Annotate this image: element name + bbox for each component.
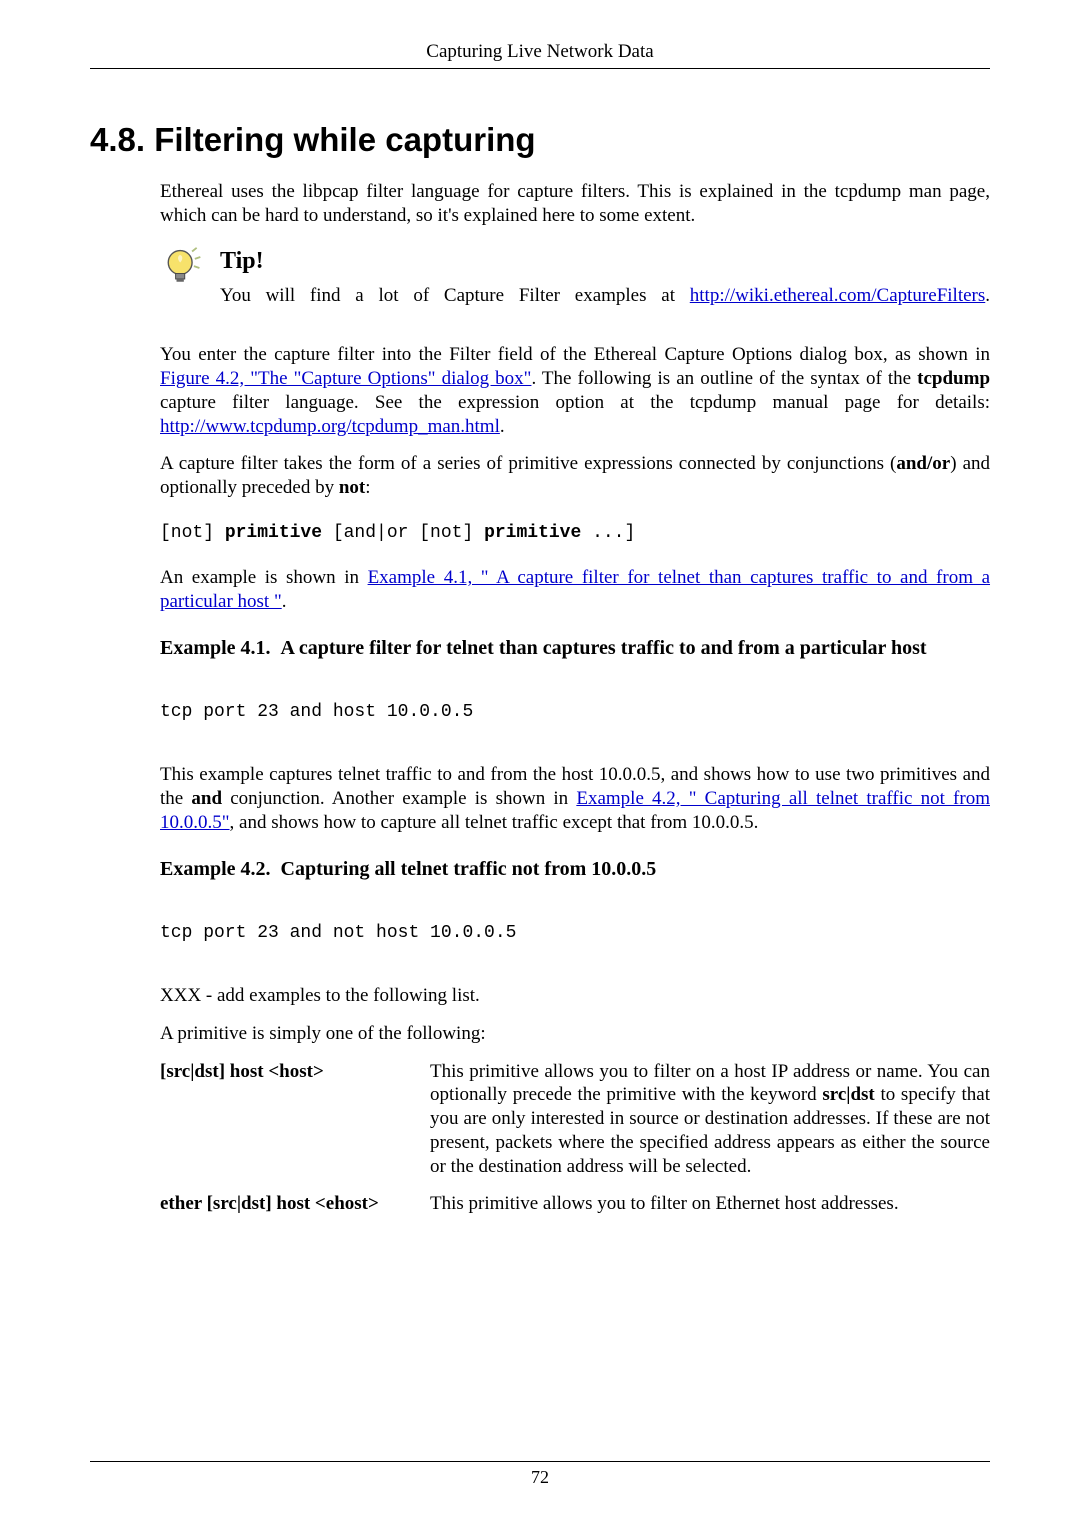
b: primitive [225,523,322,543]
intro-paragraph: Ethereal uses the libpcap filter languag… [160,180,990,228]
tip-pre: You will find a lot of Capture Filter ex… [220,285,690,306]
list-item: [src|dst] host <host> This primitive all… [160,1060,990,1179]
top-rule [90,68,990,69]
b: src|dst [822,1084,874,1105]
t: . [500,416,505,437]
example42-title: Example 4.2. Capturing all telnet traffi… [160,857,990,882]
list-item: ether [src|dst] host <ehost> This primit… [160,1192,990,1216]
bottom-rule [90,1461,990,1462]
b: and/or [896,453,950,474]
para-filter-form: A capture filter takes the form of a ser… [160,452,990,500]
t: You enter the capture filter into the Fi… [160,344,990,365]
para-example41-desc: This example captures telnet traffic to … [160,763,990,834]
t: , and shows how to capture all telnet tr… [230,812,759,833]
example41-title: Example 4.1. A capture filter for telnet… [160,636,990,661]
code-example42: tcp port 23 and not host 10.0.0.5 [160,922,990,945]
t: conjunction. Another example is shown in [222,788,576,809]
section-title: 4.8. Filtering while capturing [90,119,990,160]
b: primitive [484,523,581,543]
running-head: Capturing Live Network Data [90,40,990,64]
c: [and|or [not] [322,523,484,543]
t: A capture filter takes the form of a ser… [160,453,896,474]
tip-text: You will find a lot of Capture Filter ex… [220,284,990,308]
syntax-code: [not] primitive [and|or [not] primitive … [160,522,990,545]
primitive-term: [src|dst] host <host> [160,1060,430,1179]
c: [not] [160,523,225,543]
tip-post: . [985,285,990,306]
primitive-list: [src|dst] host <host> This primitive all… [160,1060,990,1217]
b: and [191,788,222,809]
primitive-term: ether [src|dst] host <ehost> [160,1192,430,1216]
tip-block: Tip! You will find a lot of Capture Filt… [160,246,990,322]
t: . [282,591,287,612]
code-example41: tcp port 23 and host 10.0.0.5 [160,701,990,724]
b: not [339,477,365,498]
figure-link[interactable]: Figure 4.2, "The "Capture Options" dialo… [160,368,531,389]
para-primitive-intro: A primitive is simply one of the followi… [160,1022,990,1046]
para-example-ref: An example is shown in Example 4.1, " A … [160,566,990,614]
t: : [365,477,370,498]
c: ...] [581,523,635,543]
t: An example is shown in [160,567,368,588]
lightbulb-icon [160,246,220,294]
tip-link[interactable]: http://wiki.ethereal.com/CaptureFilters [690,285,985,306]
primitive-desc: This primitive allows you to filter on E… [430,1192,990,1216]
page-number: 72 [90,1466,990,1489]
tip-title: Tip! [220,246,990,276]
t: capture filter language. See the express… [160,392,990,413]
para-capture-options: You enter the capture filter into the Fi… [160,343,990,438]
para-xxx: XXX - add examples to the following list… [160,984,990,1008]
primitive-desc: This primitive allows you to filter on a… [430,1060,990,1179]
tcpdump-link[interactable]: http://www.tcpdump.org/tcpdump_man.html [160,416,500,437]
t: . The following is an outline of the syn… [531,368,917,389]
bold: tcpdump [917,368,990,389]
